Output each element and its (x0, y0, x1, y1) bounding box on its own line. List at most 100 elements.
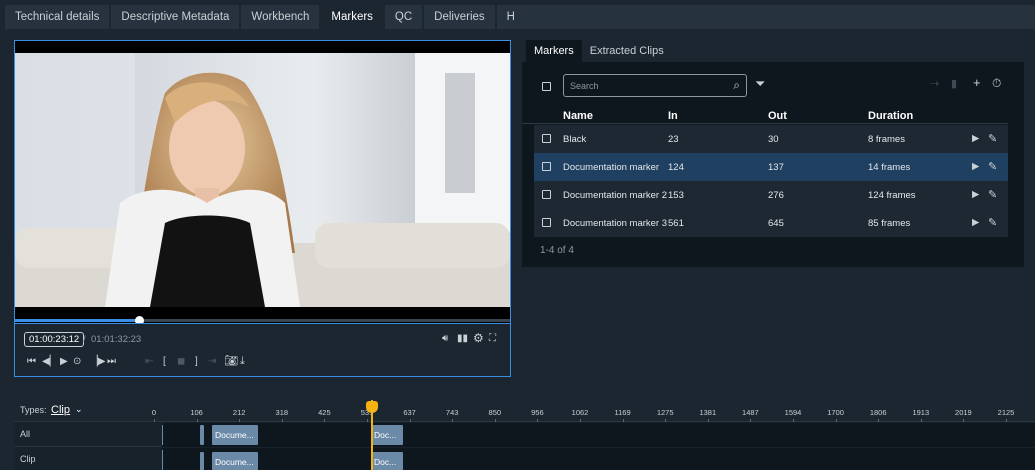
marker-in: 23 (668, 134, 679, 145)
video-frame[interactable] (15, 41, 510, 323)
row-checkbox[interactable] (542, 190, 551, 199)
gear-icon[interactable]: ⚙ (473, 332, 484, 344)
timeline-clip[interactable]: Docume... (212, 452, 258, 470)
markers-panel: ⌕ ⏷ ⇢ ▮ + ⏱︎ Name In Out Duration Black … (522, 62, 1024, 267)
tab-markers-list[interactable]: Markers (526, 40, 582, 62)
edit-icon[interactable]: ✎ (988, 188, 997, 201)
progress-scrubber[interactable] (134, 316, 144, 323)
column-header-out[interactable]: Out (768, 110, 787, 122)
timeline-ruler[interactable]: Types: Clip ⌄ 0 106 212 318 425 531 637 743 850 9… (14, 400, 1035, 422)
go-to-in-icon[interactable]: ⇤ (145, 356, 153, 368)
edit-icon[interactable]: ✎ (988, 160, 997, 173)
edit-icon[interactable]: ✎ (988, 132, 997, 145)
marker-in: 561 (668, 218, 684, 229)
row-checkbox[interactable] (542, 162, 551, 171)
skip-to-end-icon[interactable]: ⏭ (107, 356, 116, 368)
marker-duration: 85 frames (868, 218, 911, 229)
ruler-tick-label: 2125 (997, 408, 1015, 417)
ruler-tick-mark (835, 419, 837, 422)
fullscreen-icon[interactable]: ⛶ (489, 333, 496, 345)
playhead-handle[interactable] (366, 401, 378, 413)
player-controls: 01:00:23:12 / 01:01:32:23 🔊︎ ▮▮ ⚙ ⛶ ⏮ ◀▏… (15, 323, 510, 376)
tab-markers[interactable]: Markers (321, 5, 383, 29)
play-icon[interactable]: ▶ (972, 161, 979, 172)
right-panel-tabs: Markers Extracted Clips (526, 40, 672, 62)
timeline-clip[interactable]: Docume... (212, 425, 258, 445)
types-dropdown[interactable]: Clip (51, 404, 70, 416)
tab-workbench[interactable]: Workbench (241, 5, 320, 29)
ruler-tick-mark (665, 419, 667, 422)
download-frame-icon[interactable]: ⤓ (240, 355, 245, 367)
ruler-tick-label: 1594 (784, 408, 802, 417)
timeline-clip[interactable]: Doc... (371, 425, 403, 445)
column-header-duration[interactable]: Duration (868, 110, 913, 122)
pagination-info: 1-4 of 4 (540, 245, 574, 256)
play-icon[interactable]: ▶ (972, 133, 979, 144)
play-loop-icon[interactable]: ⊙ (73, 356, 81, 368)
table-row[interactable]: Documentation marker 3 561 645 85 frames… (534, 209, 1008, 237)
play-icon[interactable]: ▶ (972, 217, 979, 228)
select-all-checkbox[interactable] (542, 82, 551, 91)
column-header-name[interactable]: Name (563, 110, 593, 122)
ruler-tick-mark (494, 419, 496, 422)
go-to-out-icon[interactable]: ⇥ (208, 356, 216, 368)
ruler-tick-mark (367, 419, 368, 422)
marker-in: 153 (668, 190, 684, 201)
audio-waveform-icon[interactable]: ▮▮ (457, 333, 468, 345)
row-checkbox[interactable] (542, 218, 551, 227)
row-checkbox[interactable] (542, 134, 551, 143)
clear-marks-icon[interactable]: ◼ (177, 356, 185, 368)
timeline-clip[interactable]: Doc... (371, 452, 403, 470)
tab-qc[interactable]: QC (384, 5, 423, 29)
ruler-tick-label: 2019 (955, 408, 972, 417)
ruler-tick-label: 637 (403, 408, 416, 417)
step-forward-icon[interactable]: ▕▶ (90, 356, 105, 368)
timeline-lane-all: All Docume... Doc... (14, 423, 1035, 447)
mark-out-icon[interactable]: ] (195, 356, 198, 368)
timeline: Types: Clip ⌄ 0 106 212 318 425 531 637 743 850 9… (14, 400, 1035, 470)
table-row[interactable]: Black 23 30 8 frames ▶ ✎ (534, 125, 1008, 153)
trash-icon[interactable]: ▮ (951, 77, 957, 90)
table-row[interactable]: Documentation marker 124 137 14 frames ▶… (534, 153, 1008, 181)
tab-descriptive-metadata[interactable]: Descriptive Metadata (111, 5, 240, 29)
timer-icon[interactable]: ⏱︎ (992, 76, 1001, 91)
share-icon[interactable]: ⇢ (930, 77, 939, 90)
current-timecode-field[interactable]: 01:00:23:12 (24, 332, 85, 347)
playback-progress-bar[interactable] (15, 316, 510, 323)
marker-out: 276 (768, 190, 784, 201)
tab-technical-details[interactable]: Technical details (5, 5, 110, 29)
ruler-tick-label: 956 (531, 408, 544, 417)
lane-track[interactable] (162, 423, 1035, 447)
search-icon[interactable]: ⌕ (733, 78, 740, 93)
volume-icon[interactable]: 🔊︎ (442, 333, 448, 345)
timeline-clip[interactable] (200, 425, 204, 445)
add-icon[interactable]: + (973, 75, 981, 90)
edit-icon[interactable]: ✎ (988, 216, 997, 229)
camera-icon[interactable]: 📷︎ (224, 355, 238, 367)
tab-deliveries[interactable]: Deliveries (424, 5, 495, 29)
progress-fill (15, 319, 139, 322)
ruler-tick-mark (196, 419, 198, 422)
lane-track[interactable] (162, 448, 1035, 470)
table-row[interactable]: Documentation marker 2 153 276 124 frame… (534, 181, 1008, 209)
step-back-icon[interactable]: ◀▏ (42, 356, 57, 368)
ruler-tick-label: 106 (190, 408, 203, 417)
search-input[interactable] (570, 78, 720, 93)
tab-extracted-clips[interactable]: Extracted Clips (582, 40, 672, 62)
ruler-tick-label: 1169 (614, 408, 631, 417)
play-icon[interactable]: ▶ (60, 356, 68, 368)
filter-icon[interactable]: ⏷ (755, 76, 765, 92)
chevron-down-icon[interactable]: ⌄ (75, 404, 83, 415)
marker-name: Documentation marker 3 (563, 218, 668, 229)
timeline-clip[interactable] (200, 452, 204, 470)
play-icon[interactable]: ▶ (972, 189, 979, 200)
ruler-tick-mark (1006, 419, 1007, 422)
mark-in-icon[interactable]: [ (163, 356, 166, 368)
lane-label: All (20, 429, 31, 439)
ruler-tick-mark (707, 419, 709, 422)
skip-to-start-icon[interactable]: ⏮ (27, 356, 36, 368)
video-still-image (15, 53, 510, 307)
column-header-in[interactable]: In (668, 110, 678, 122)
ruler-tick-mark (281, 419, 283, 422)
ruler-tick-mark (409, 419, 411, 422)
